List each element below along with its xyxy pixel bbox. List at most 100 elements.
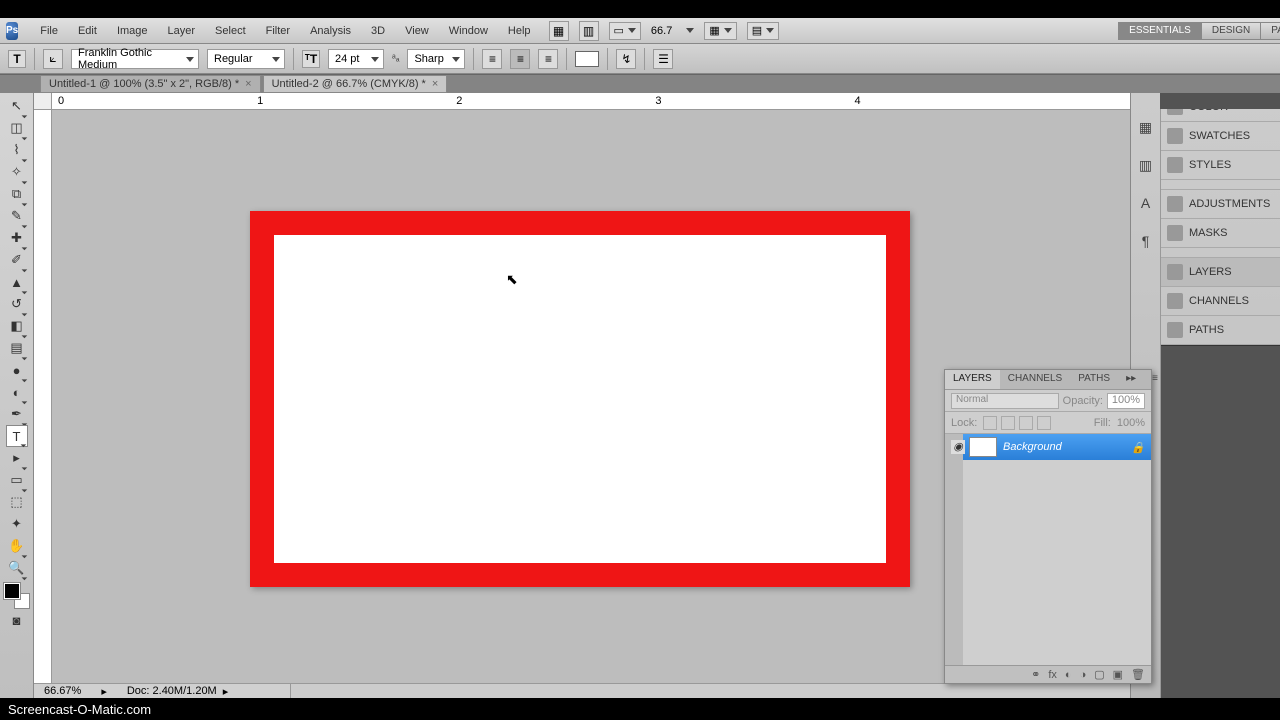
- ruler-horizontal[interactable]: 01234: [52, 93, 1130, 110]
- panel-layers[interactable]: LAYERS: [1161, 258, 1280, 287]
- gradient-tool[interactable]: ▤: [6, 337, 28, 359]
- pen-tool[interactable]: ✒: [6, 403, 28, 425]
- fill-input[interactable]: 100%: [1117, 417, 1145, 429]
- layer-thumbnail[interactable]: [969, 437, 997, 457]
- history-panel-icon[interactable]: ▥: [1136, 155, 1156, 175]
- menu-file[interactable]: File: [30, 25, 68, 37]
- workspace-essentials[interactable]: ESSENTIALS: [1118, 22, 1202, 40]
- blur-tool[interactable]: ●: [6, 359, 28, 381]
- status-doc[interactable]: Doc: 2.40M/1.20M: [127, 685, 217, 697]
- panel-styles[interactable]: STYLES: [1161, 151, 1280, 180]
- move-tool[interactable]: ↖: [6, 95, 28, 117]
- lasso-tool[interactable]: ⌇: [6, 139, 28, 161]
- layer-row[interactable]: ◉ Background 🔒: [963, 434, 1151, 460]
- warp-text-icon[interactable]: ↯: [616, 49, 636, 69]
- layers-tab[interactable]: LAYERS: [945, 370, 1000, 389]
- brush-tool[interactable]: ✐: [6, 249, 28, 271]
- panel-masks[interactable]: MASKS: [1161, 219, 1280, 248]
- hand-tool[interactable]: ✋: [6, 535, 28, 557]
- close-icon[interactable]: ×: [432, 78, 438, 90]
- antialias-select[interactable]: Sharp: [407, 49, 465, 69]
- menu-analysis[interactable]: Analysis: [300, 25, 361, 37]
- tool-preset[interactable]: T: [8, 50, 26, 68]
- orientation-icon[interactable]: ⟀: [43, 49, 63, 69]
- color-swatches[interactable]: [4, 583, 30, 609]
- path-select-tool[interactable]: ▸: [6, 447, 28, 469]
- menu-3d[interactable]: 3D: [361, 25, 395, 37]
- panel-swatches[interactable]: SWATCHES: [1161, 122, 1280, 151]
- panel-adjustments[interactable]: ADJUSTMENTS: [1161, 190, 1280, 219]
- visibility-icon[interactable]: ◉: [951, 440, 965, 454]
- align-center-icon[interactable]: ≡: [510, 49, 530, 69]
- menu-image[interactable]: Image: [107, 25, 158, 37]
- adjustment-layer-icon[interactable]: ◑: [1080, 669, 1087, 681]
- opacity-input[interactable]: 100%: [1107, 393, 1145, 409]
- layer-name[interactable]: Background: [1003, 441, 1062, 453]
- lock-buttons[interactable]: [983, 416, 1051, 430]
- 3d-tool[interactable]: ⬚: [6, 491, 28, 513]
- panel-channels[interactable]: CHANNELS: [1161, 287, 1280, 316]
- fx-icon[interactable]: fx: [1048, 669, 1057, 681]
- type-tool[interactable]: T: [6, 425, 28, 447]
- extras-dropdown[interactable]: ▤: [747, 22, 779, 40]
- zoom-value[interactable]: 66.7: [651, 25, 672, 37]
- panel-paths[interactable]: PATHS: [1161, 316, 1280, 345]
- delete-layer-icon[interactable]: 🗑: [1131, 668, 1145, 681]
- dodge-tool[interactable]: ◐: [6, 381, 28, 403]
- marquee-tool[interactable]: ◫: [6, 117, 28, 139]
- workspace-design[interactable]: DESIGN: [1201, 22, 1261, 40]
- paths-tab[interactable]: PATHS: [1070, 370, 1118, 389]
- ruler-vertical[interactable]: [34, 110, 52, 698]
- panel-collapse-icon[interactable]: ▸▸: [1118, 370, 1144, 389]
- menu-select[interactable]: Select: [205, 25, 256, 37]
- crop-tool[interactable]: ⧉: [6, 183, 28, 205]
- paragraph-panel-icon[interactable]: ¶: [1136, 231, 1156, 251]
- zoom-tool[interactable]: 🔍: [6, 557, 28, 579]
- stamp-tool[interactable]: ▲: [6, 271, 28, 293]
- doc-tab-2[interactable]: Untitled-2 @ 66.7% (CMYK/8) *×: [263, 75, 448, 93]
- wand-tool[interactable]: ✧: [6, 161, 28, 183]
- menu-help[interactable]: Help: [498, 25, 541, 37]
- font-style-select[interactable]: Regular: [207, 49, 285, 69]
- shape-tool[interactable]: ▭: [6, 469, 28, 491]
- cursor-icon: ⬉: [506, 271, 518, 288]
- minibridge-icon[interactable]: ▥: [579, 21, 599, 41]
- link-layers-icon[interactable]: ⚭: [1031, 668, 1040, 681]
- menu-view[interactable]: View: [395, 25, 439, 37]
- 3d-camera-tool[interactable]: ✦: [6, 513, 28, 535]
- workspace-painting[interactable]: PAINTING: [1260, 22, 1280, 40]
- text-color-swatch[interactable]: [575, 51, 599, 67]
- eyedropper-tool[interactable]: ✎: [6, 205, 28, 227]
- heal-tool[interactable]: ✚: [6, 227, 28, 249]
- quickmask-icon[interactable]: ◙: [6, 609, 28, 631]
- panel-menu-icon[interactable]: ≡: [1144, 370, 1166, 389]
- channels-icon: [1167, 293, 1183, 309]
- minibridge-panel-icon[interactable]: ▦: [1136, 117, 1156, 137]
- align-left-icon[interactable]: ≡: [482, 49, 502, 69]
- bridge-icon[interactable]: ▦: [549, 21, 569, 41]
- font-size-select[interactable]: 24 pt: [328, 49, 384, 69]
- new-layer-icon[interactable]: ▣: [1113, 668, 1123, 681]
- character-panel-icon[interactable]: A: [1136, 193, 1156, 213]
- channels-tab[interactable]: CHANNELS: [1000, 370, 1070, 389]
- status-zoom[interactable]: 66.67%: [44, 685, 81, 697]
- menu-window[interactable]: Window: [439, 25, 498, 37]
- char-panel-icon[interactable]: ☰: [653, 49, 673, 69]
- eraser-tool[interactable]: ◧: [6, 315, 28, 337]
- align-right-icon[interactable]: ≡: [538, 49, 558, 69]
- group-icon[interactable]: ▢: [1094, 668, 1104, 681]
- mask-icon[interactable]: ◐: [1065, 669, 1072, 681]
- screen-mode-dropdown[interactable]: ▭: [609, 22, 641, 40]
- menu-layer[interactable]: Layer: [158, 25, 206, 37]
- document-canvas[interactable]: [250, 211, 910, 587]
- scrollbar-h[interactable]: [290, 684, 1130, 698]
- close-icon[interactable]: ×: [245, 78, 251, 90]
- font-family-select[interactable]: Franklin Gothic Medium: [71, 49, 199, 69]
- doc-tab-1[interactable]: Untitled-1 @ 100% (3.5" x 2", RGB/8) *×: [40, 75, 261, 93]
- menu-filter[interactable]: Filter: [256, 25, 300, 37]
- blend-mode-select[interactable]: Normal: [951, 393, 1059, 409]
- menu-edit[interactable]: Edit: [68, 25, 107, 37]
- arrange-dropdown[interactable]: ▦: [704, 22, 736, 40]
- history-brush-tool[interactable]: ↺: [6, 293, 28, 315]
- ruler-origin[interactable]: [34, 93, 52, 110]
